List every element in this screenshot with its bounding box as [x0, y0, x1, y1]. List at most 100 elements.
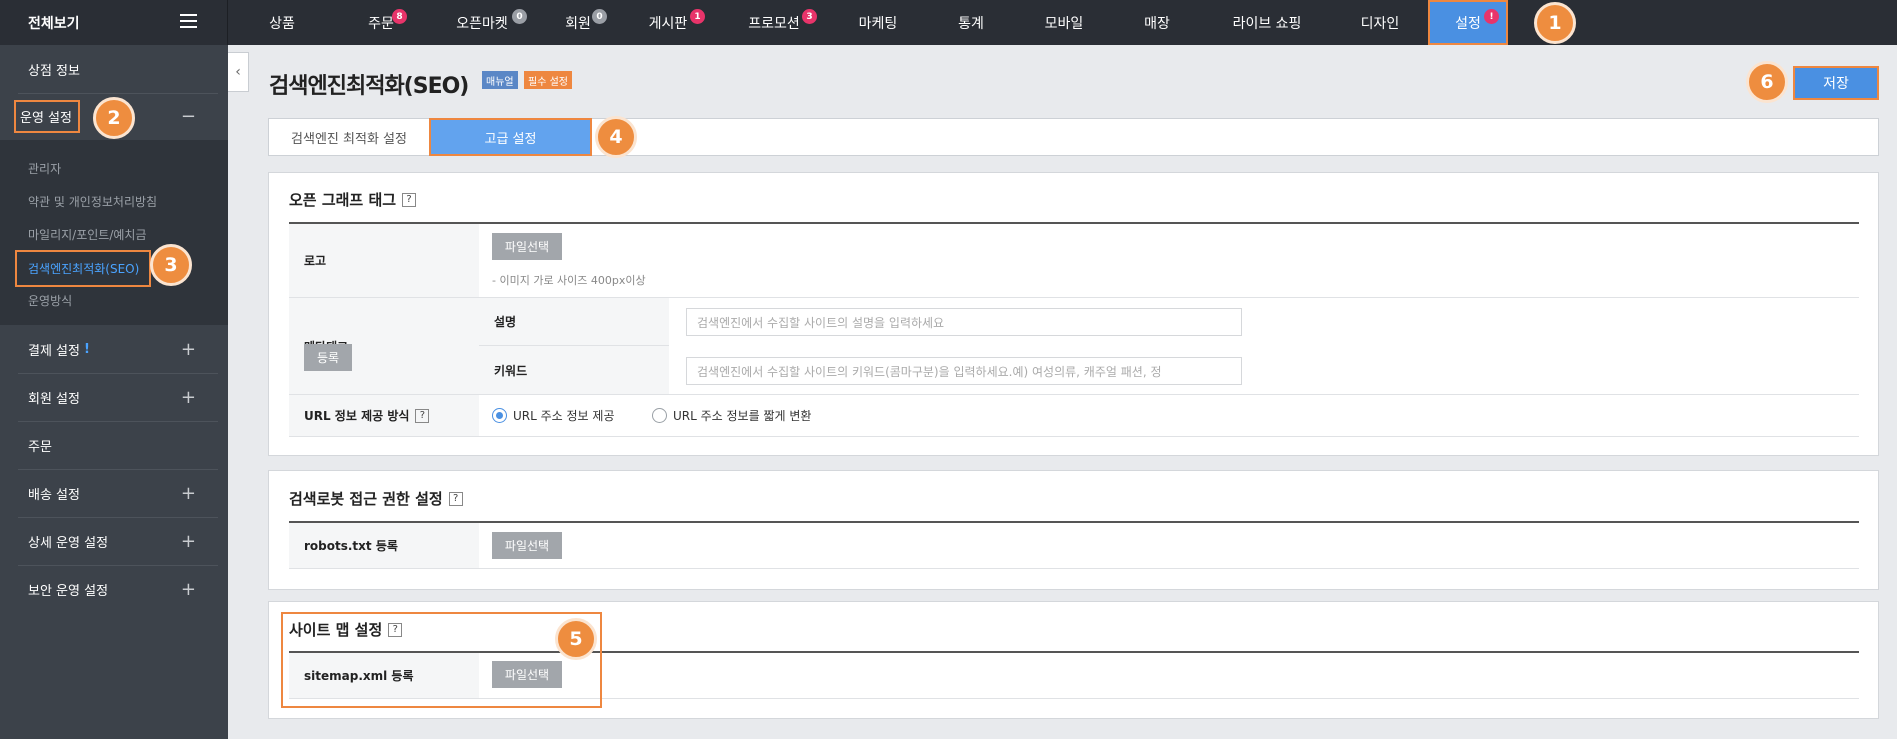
order-badge: 8 — [392, 9, 407, 24]
sidebar-item-label: 주문 — [28, 439, 52, 455]
main-menu: 상품 주문 8 오픈마켓 0 회원 0 게시판 1 프로모션 3 마케팅 통계 모바일 매… — [228, 0, 1508, 45]
logo-file-button[interactable]: 파일선택 — [492, 233, 562, 260]
sidebar-item-payment[interactable]: 결제 설정 ! + — [0, 326, 228, 373]
collapse-icon: − — [180, 106, 196, 127]
radio-label: URL 주소 정보 제공 — [513, 409, 615, 423]
meta-row: 메타태그 등록 설명 검색엔진에서 수집할 사이트의 설명을 입력하세요 키워드… — [289, 298, 1859, 395]
sidebar-item-store-info[interactable]: 상점 정보 — [0, 45, 228, 93]
hamburger-icon — [180, 14, 197, 28]
menu-label: 회원 — [565, 15, 591, 32]
menu-mobile[interactable]: 모바일 — [1016, 0, 1112, 45]
robots-form-table: robots.txt 등록 파일선택 — [289, 521, 1859, 569]
settings-badge: ! — [1484, 9, 1499, 24]
callout-marker: 1 — [1534, 2, 1576, 44]
menu-label: 통계 — [958, 15, 984, 32]
logo-help-text: - 이미지 가로 사이즈 400px이상 — [492, 274, 646, 287]
callout-marker: 4 — [595, 116, 637, 158]
sidebar-item-order[interactable]: 주문 — [0, 421, 228, 469]
menu-board[interactable]: 게시판 1 — [618, 0, 718, 45]
menu-settings[interactable]: 설정! — [1428, 0, 1508, 45]
menu-product[interactable]: 상품 — [228, 0, 336, 45]
menu-design[interactable]: 디자인 — [1332, 0, 1428, 45]
sidebar-subitem-admin[interactable]: 관리자 — [28, 160, 61, 177]
url-label-cell: URL 정보 제공 방식 ? — [289, 395, 479, 436]
menu-order[interactable]: 주문 8 — [336, 0, 426, 45]
sidebar-subitem-mileage[interactable]: 마일리지/포인트/예치금 — [28, 226, 147, 243]
menu-marketing[interactable]: 마케팅 — [830, 0, 926, 45]
url-row: URL 정보 제공 방식 ? URL 주소 정보 제공 URL 주소 정보를 짧… — [289, 395, 1859, 437]
meta-register-button[interactable]: 등록 — [304, 344, 352, 371]
sitemap-highlight-box — [281, 612, 602, 708]
menu-member[interactable]: 회원 0 — [538, 0, 618, 45]
keyword-label: 키워드 — [479, 346, 669, 394]
sidebar-collapse-button[interactable]: ‹ — [228, 52, 249, 92]
menu-label: 디자인 — [1360, 15, 1400, 32]
url-option-short[interactable]: URL 주소 정보를 짧게 변환 — [652, 407, 811, 424]
section-title: 검색로봇 접근 권한 설정 ? — [289, 488, 463, 509]
sidebar-item-label: 결제 설정 — [28, 344, 80, 359]
required-tag: 필수 설정 — [524, 71, 572, 89]
chevron-left-icon: ‹ — [235, 64, 241, 80]
sidebar-item-security[interactable]: 보안 운영 설정 + — [0, 565, 228, 613]
url-option-full[interactable]: URL 주소 정보 제공 — [492, 407, 615, 424]
menu-label: 주문 — [368, 15, 394, 32]
all-menu-button[interactable]: 전체보기 — [0, 0, 228, 45]
menu-label: 라이브 쇼핑 — [1232, 15, 1302, 32]
tab-advanced-settings[interactable]: 고급 설정 — [429, 118, 592, 156]
all-menu-label: 전체보기 — [28, 15, 80, 32]
menu-label: 게시판 — [648, 15, 688, 32]
menu-store[interactable]: 매장 — [1112, 0, 1202, 45]
help-icon[interactable]: ? — [402, 192, 417, 207]
robots-file-button[interactable]: 파일선택 — [492, 532, 562, 559]
menu-live-shopping[interactable]: 라이브 쇼핑 — [1202, 0, 1332, 45]
sidebar-submenu: 관리자 약관 및 개인정보처리방침 마일리지/포인트/예치금 검색엔진최적화(S… — [0, 140, 228, 325]
sidebar-item-label: 보안 운영 설정 — [28, 583, 109, 599]
sidebar-item-member[interactable]: 회원 설정 + — [0, 373, 228, 421]
menu-label: 프로모션 — [748, 15, 800, 32]
logo-row: 로고 파일선택 - 이미지 가로 사이즈 400px이상 — [289, 224, 1859, 298]
callout-marker: 5 — [555, 618, 597, 660]
menu-promotion[interactable]: 프로모션 3 — [718, 0, 830, 45]
sidebar-item-label: 배송 설정 — [28, 487, 80, 503]
help-icon[interactable]: ? — [448, 491, 463, 506]
board-badge: 1 — [690, 9, 705, 24]
menu-openmarket[interactable]: 오픈마켓 0 — [426, 0, 538, 45]
expand-icon: + — [180, 530, 196, 552]
manual-tag[interactable]: 매뉴얼 — [482, 71, 518, 89]
callout-marker: 6 — [1746, 61, 1788, 103]
menu-stats[interactable]: 통계 — [926, 0, 1016, 45]
expand-icon: + — [180, 482, 196, 504]
expand-icon: + — [180, 578, 196, 600]
sidebar-subitem-terms[interactable]: 약관 및 개인정보처리방침 — [28, 193, 157, 210]
section-title-text: 검색로봇 접근 권한 설정 — [289, 490, 443, 508]
help-icon[interactable]: ? — [415, 408, 430, 423]
member-badge: 0 — [592, 9, 607, 24]
og-form-table: 로고 파일선택 - 이미지 가로 사이즈 400px이상 메타태그 등록 설명 … — [289, 222, 1859, 442]
sidebar-subitem-seo[interactable]: 검색엔진최적화(SEO) — [14, 250, 152, 287]
sidebar-item-label: 회원 설정 — [28, 391, 80, 407]
sidebar-subitem-operation-mode[interactable]: 운영방식 — [28, 292, 72, 309]
tab-bar: 검색엔진 최적화 설정 고급 설정 — [268, 118, 1879, 156]
page-title: 검색엔진최적화(SEO) — [269, 74, 469, 99]
menu-label: 매장 — [1144, 15, 1170, 32]
promotion-badge: 3 — [802, 9, 817, 24]
logo-label: 로고 — [289, 224, 479, 297]
tab-seo-settings[interactable]: 검색엔진 최적화 설정 — [269, 119, 429, 155]
radio-unchecked-icon — [652, 408, 667, 423]
robots-card: 검색로봇 접근 권한 설정 ? robots.txt 등록 파일선택 — [268, 470, 1879, 590]
radio-label: URL 주소 정보를 짧게 변환 — [673, 409, 812, 423]
sidebar-item-detail-operation[interactable]: 상세 운영 설정 + — [0, 517, 228, 565]
radio-checked-icon — [492, 408, 507, 423]
callout-marker: 3 — [150, 244, 192, 286]
callout-marker: 2 — [93, 97, 135, 139]
sidebar-item-delivery[interactable]: 배송 설정 + — [0, 469, 228, 517]
section-title: 오픈 그래프 태그 ? — [289, 189, 417, 210]
desc-label: 설명 — [479, 298, 669, 346]
sidebar-item-label: 상점 정보 — [28, 63, 80, 79]
menu-label: 모바일 — [1044, 15, 1084, 32]
keyword-input[interactable]: 검색엔진에서 수집할 사이트의 키워드(콤마구분)을 입력하세요.예) 여성의류… — [686, 357, 1242, 385]
save-button[interactable]: 저장 — [1793, 66, 1879, 100]
description-input[interactable]: 검색엔진에서 수집할 사이트의 설명을 입력하세요 — [686, 308, 1242, 336]
robots-label: robots.txt 등록 — [289, 523, 479, 568]
expand-icon: + — [180, 339, 196, 360]
